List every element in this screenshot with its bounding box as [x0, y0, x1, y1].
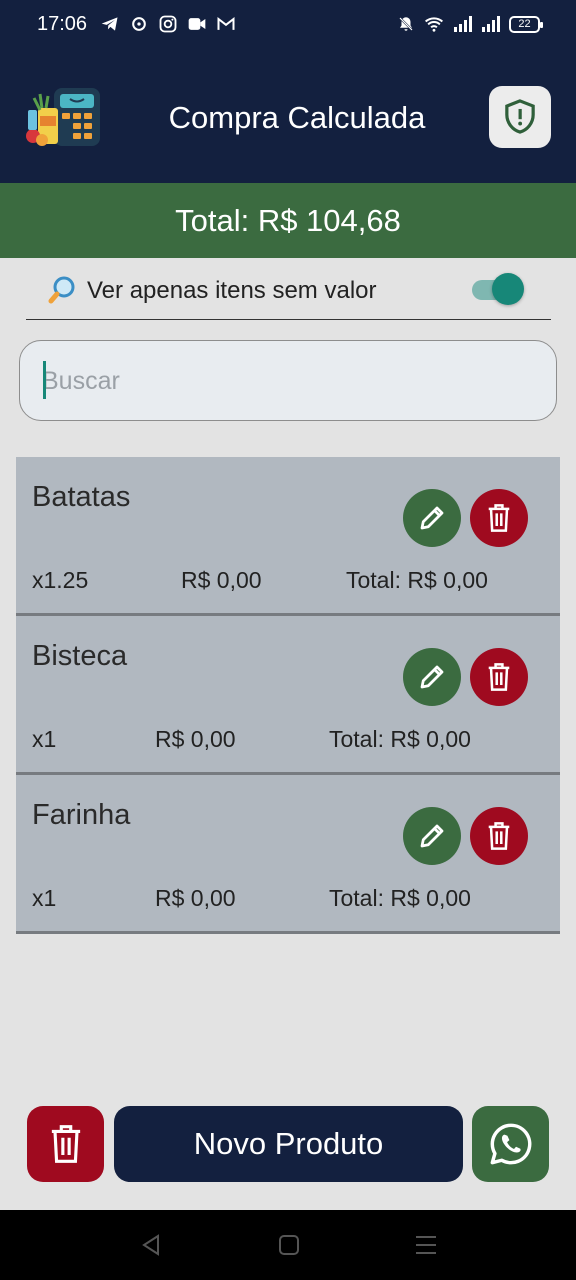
wifi-icon	[425, 17, 443, 32]
app-header: Compra Calculada	[0, 50, 576, 183]
clear-list-button[interactable]	[27, 1106, 104, 1182]
status-bar: 17:06 22	[0, 0, 576, 50]
delete-item-button[interactable]	[470, 489, 528, 547]
pencil-icon	[420, 665, 444, 689]
delete-item-button[interactable]	[470, 807, 528, 865]
privacy-shield-button[interactable]	[489, 86, 551, 148]
item-price: R$ 0,00	[155, 885, 236, 911]
list-item[interactable]: Batatas x1.25 R$ 0,00 Total: R$ 0,00	[16, 457, 560, 616]
signal-icon-1	[454, 16, 472, 32]
shield-alert-icon	[505, 99, 535, 134]
home-icon[interactable]	[278, 1234, 300, 1256]
cart-total: Total: R$ 104,68	[0, 183, 576, 258]
product-list: Batatas x1.25 R$ 0,00 Total: R$ 0,00 Bis…	[16, 457, 560, 934]
item-name: Farinha	[32, 799, 131, 831]
filter-label: Ver apenas itens sem valor	[87, 277, 377, 304]
back-icon[interactable]	[140, 1234, 162, 1256]
filter-row: Ver apenas itens sem valor	[26, 260, 551, 320]
item-total: Total: R$ 0,00	[346, 567, 488, 593]
search-box	[19, 340, 557, 421]
notification-icons	[100, 14, 236, 34]
edit-item-button[interactable]	[403, 489, 461, 547]
toggle-knob	[492, 273, 524, 305]
pencil-icon	[420, 824, 444, 848]
signal-icon-2	[482, 16, 500, 32]
item-price: R$ 0,00	[181, 567, 262, 593]
item-quantity: x1	[32, 726, 57, 752]
item-total: Total: R$ 0,00	[329, 726, 471, 752]
item-total: Total: R$ 0,00	[329, 885, 471, 911]
new-product-button[interactable]: Novo Produto	[114, 1106, 463, 1182]
telegram-icon	[101, 17, 118, 31]
edit-item-button[interactable]	[403, 648, 461, 706]
item-price: R$ 0,00	[155, 726, 236, 752]
bell-muted-icon	[399, 17, 413, 31]
text-cursor	[43, 361, 46, 399]
item-quantity: x1	[32, 885, 57, 911]
trash-icon	[488, 504, 510, 532]
item-name: Bisteca	[32, 640, 128, 672]
list-item[interactable]: Farinha x1 R$ 0,00 Total: R$ 0,00	[16, 775, 560, 934]
magnifier-emoji	[48, 276, 75, 304]
share-whatsapp-button[interactable]	[472, 1106, 549, 1182]
trash-icon	[51, 1125, 80, 1163]
list-item[interactable]: Bisteca x1 R$ 0,00 Total: R$ 0,00	[16, 616, 560, 775]
item-name: Batatas	[32, 481, 131, 513]
instagram-icon	[159, 15, 177, 33]
delete-item-button[interactable]	[470, 648, 528, 706]
battery-indicator: 22	[509, 15, 543, 33]
filter-toggle[interactable]	[470, 273, 526, 305]
video-icon	[188, 18, 206, 30]
trash-icon	[488, 822, 510, 850]
sync-icon	[132, 17, 146, 31]
trash-icon	[488, 663, 510, 691]
whatsapp-icon	[490, 1123, 531, 1165]
recents-icon[interactable]	[414, 1234, 438, 1256]
system-icons: 22	[397, 14, 543, 34]
edit-item-button[interactable]	[403, 807, 461, 865]
item-quantity: x1.25	[32, 567, 89, 593]
system-nav-bar	[0, 1210, 576, 1280]
status-time: 17:06	[37, 13, 88, 35]
pencil-icon	[420, 506, 444, 530]
search-input[interactable]	[42, 361, 532, 401]
gmail-icon	[217, 16, 235, 30]
